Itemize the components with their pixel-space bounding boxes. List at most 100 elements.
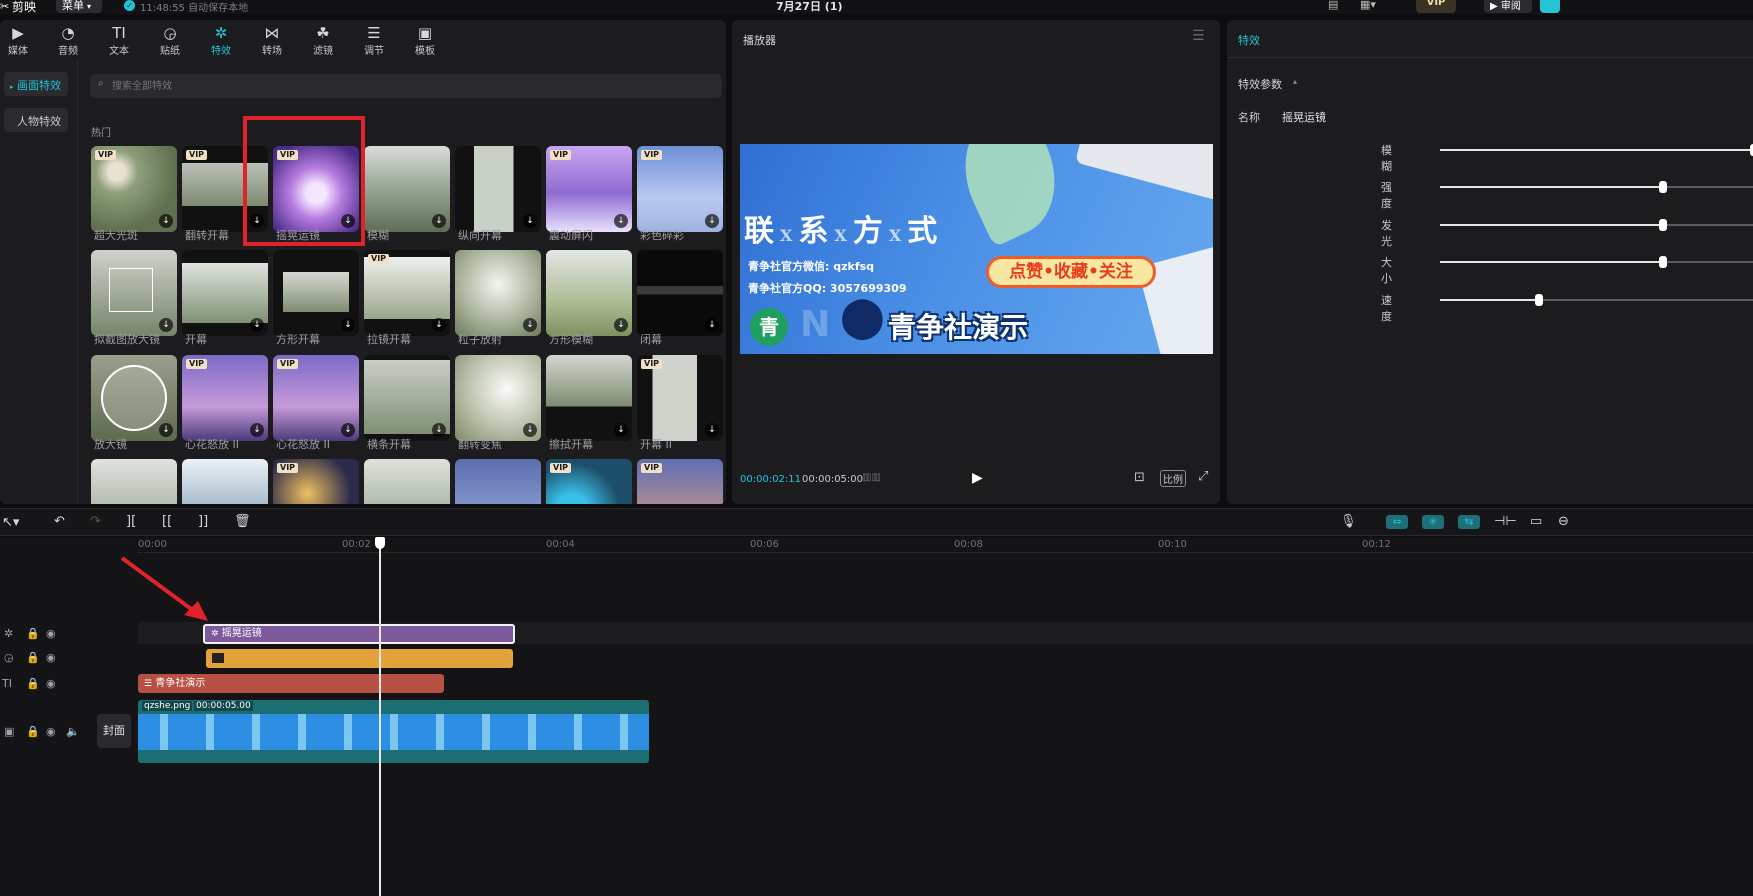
split-left-icon[interactable]: [[: [162, 514, 172, 529]
layout-icon[interactable]: ▦▾: [1360, 0, 1376, 11]
download-icon[interactable]: ↓: [432, 318, 446, 332]
effect-card[interactable]: [182, 459, 268, 504]
play-icon[interactable]: ▶: [972, 470, 983, 486]
download-icon[interactable]: ↓: [159, 214, 173, 228]
tab-sticker[interactable]: ◶ 贴纸: [145, 24, 195, 57]
microphone-icon[interactable]: 🎙: [1340, 514, 1357, 529]
lock-icon[interactable]: 🔒: [26, 651, 40, 664]
fit-screen-icon[interactable]: ⊡: [1134, 470, 1145, 485]
slider-handle[interactable]: [1658, 181, 1667, 193]
effect-clip[interactable]: ✲ 摇晃运镜: [203, 624, 515, 644]
split-right-icon[interactable]: ]]: [198, 514, 208, 529]
vip-button[interactable]: VIP: [1416, 0, 1456, 13]
video-clip[interactable]: qzshe.png 00:00:05.00: [138, 700, 649, 763]
download-icon[interactable]: ↓: [523, 214, 537, 228]
slider-handle[interactable]: [1658, 219, 1667, 231]
slider-handle[interactable]: [1534, 294, 1543, 306]
effect-card[interactable]: VIP ↓: [273, 355, 359, 441]
effect-card[interactable]: VIP ↓: [91, 146, 177, 232]
eye-icon[interactable]: ◉: [46, 725, 56, 738]
link-icon[interactable]: ⇆: [1458, 515, 1480, 529]
timecode-grid-icon[interactable]: ▥▥: [862, 472, 881, 483]
effect-card[interactable]: VIP: [637, 459, 723, 504]
download-icon[interactable]: ↓: [341, 423, 355, 437]
inspector-tab-effects[interactable]: 特效: [1227, 20, 1753, 58]
download-icon[interactable]: ↓: [341, 318, 355, 332]
download-icon[interactable]: ↓: [614, 214, 628, 228]
slider-track[interactable]: [1440, 294, 1753, 306]
snap-icon[interactable]: ✳: [1422, 515, 1444, 529]
download-icon[interactable]: ↓: [705, 214, 719, 228]
text-clip[interactable]: ☰ 青争社演示: [138, 674, 444, 693]
effect-card[interactable]: ↓: [455, 146, 541, 232]
cover-button[interactable]: 封面: [97, 714, 131, 748]
params-collapse-icon[interactable]: ▴: [1293, 77, 1297, 86]
sidebar-item-person-effects[interactable]: 人物特效: [4, 108, 68, 132]
fullscreen-icon[interactable]: ⤢: [1198, 469, 1208, 484]
effect-card[interactable]: ↓: [546, 355, 632, 441]
playhead[interactable]: [379, 537, 381, 896]
effect-card[interactable]: ↓: [364, 355, 450, 441]
sidebar-item-screen-effects[interactable]: ▸ 画面特效: [4, 72, 68, 96]
download-icon[interactable]: ↓: [250, 318, 264, 332]
select-tool-icon[interactable]: ↖▾: [2, 515, 19, 530]
speaker-icon[interactable]: 🔈: [66, 725, 80, 738]
download-icon[interactable]: ↓: [250, 423, 264, 437]
effect-card[interactable]: [364, 459, 450, 504]
effects-search-box[interactable]: ⌕: [90, 74, 722, 98]
menu-button[interactable]: 菜单 ▾: [56, 0, 102, 13]
effect-card[interactable]: ↓: [182, 250, 268, 336]
playhead-handle[interactable]: [375, 537, 385, 549]
lock-icon[interactable]: 🔒: [26, 725, 40, 738]
effect-card[interactable]: ↓: [455, 355, 541, 441]
download-icon[interactable]: ↓: [523, 423, 537, 437]
effect-card[interactable]: VIP: [273, 459, 359, 504]
download-icon[interactable]: ↓: [159, 318, 173, 332]
tab-effects[interactable]: ✲ 特效: [196, 24, 246, 57]
effect-card[interactable]: ↓: [546, 250, 632, 336]
tab-filter[interactable]: ☘ 滤镜: [298, 24, 348, 57]
download-icon[interactable]: ↓: [705, 423, 719, 437]
player-menu-icon[interactable]: ☰: [1192, 28, 1205, 44]
tab-media[interactable]: ▶ 媒体: [0, 24, 43, 57]
tab-audio[interactable]: ◔ 音频: [43, 24, 93, 57]
ratio-button[interactable]: 比例: [1160, 470, 1186, 487]
effect-card[interactable]: ↓: [91, 355, 177, 441]
download-icon[interactable]: ↓: [614, 423, 628, 437]
effect-card[interactable]: ↓: [637, 250, 723, 336]
lock-icon[interactable]: 🔒: [26, 627, 40, 640]
sticker-clip[interactable]: [206, 649, 513, 668]
shortcut-icon[interactable]: ▤: [1328, 0, 1338, 11]
eye-icon[interactable]: ◉: [46, 651, 56, 664]
effect-card[interactable]: VIP ↓: [637, 146, 723, 232]
review-button[interactable]: ▶ 审阅: [1484, 0, 1532, 13]
tab-adjust[interactable]: ☰ 调节: [349, 24, 399, 57]
redo-icon[interactable]: ↷: [90, 514, 101, 529]
zoom-out-icon[interactable]: ⊖: [1558, 514, 1569, 529]
effect-card[interactable]: VIP ↓: [182, 355, 268, 441]
slider-track[interactable]: [1440, 181, 1753, 193]
slider-track[interactable]: [1440, 256, 1753, 268]
search-input[interactable]: [112, 77, 702, 95]
effect-card[interactable]: ↓: [364, 146, 450, 232]
video-preview[interactable]: 联X系X方X式 青争社官方微信: qzkfsq 青争社官方QQ: 3057699…: [740, 144, 1213, 354]
tab-template[interactable]: ▣ 模板: [400, 24, 450, 57]
screen-icon[interactable]: ▭: [1530, 514, 1542, 529]
effect-card[interactable]: ↓: [91, 250, 177, 336]
download-icon[interactable]: ↓: [705, 318, 719, 332]
effect-card[interactable]: VIP ↓: [364, 250, 450, 336]
tab-transition[interactable]: ⋈ 转场: [247, 24, 297, 57]
eye-icon[interactable]: ◉: [46, 677, 56, 690]
preview-axis-icon[interactable]: ⊣⊢: [1494, 514, 1517, 529]
export-button[interactable]: [1540, 0, 1560, 13]
tab-text[interactable]: TI 文本: [94, 24, 144, 57]
main-track-magnet-icon[interactable]: ⇔: [1386, 515, 1408, 529]
effect-card[interactable]: ↓: [273, 250, 359, 336]
effect-card[interactable]: [455, 459, 541, 504]
slider-track[interactable]: [1440, 144, 1753, 156]
effect-card[interactable]: [91, 459, 177, 504]
delete-icon[interactable]: 🗑: [234, 514, 251, 529]
effect-card[interactable]: VIP ↓: [637, 355, 723, 441]
split-icon[interactable]: ][: [126, 514, 136, 529]
download-icon[interactable]: ↓: [432, 214, 446, 228]
